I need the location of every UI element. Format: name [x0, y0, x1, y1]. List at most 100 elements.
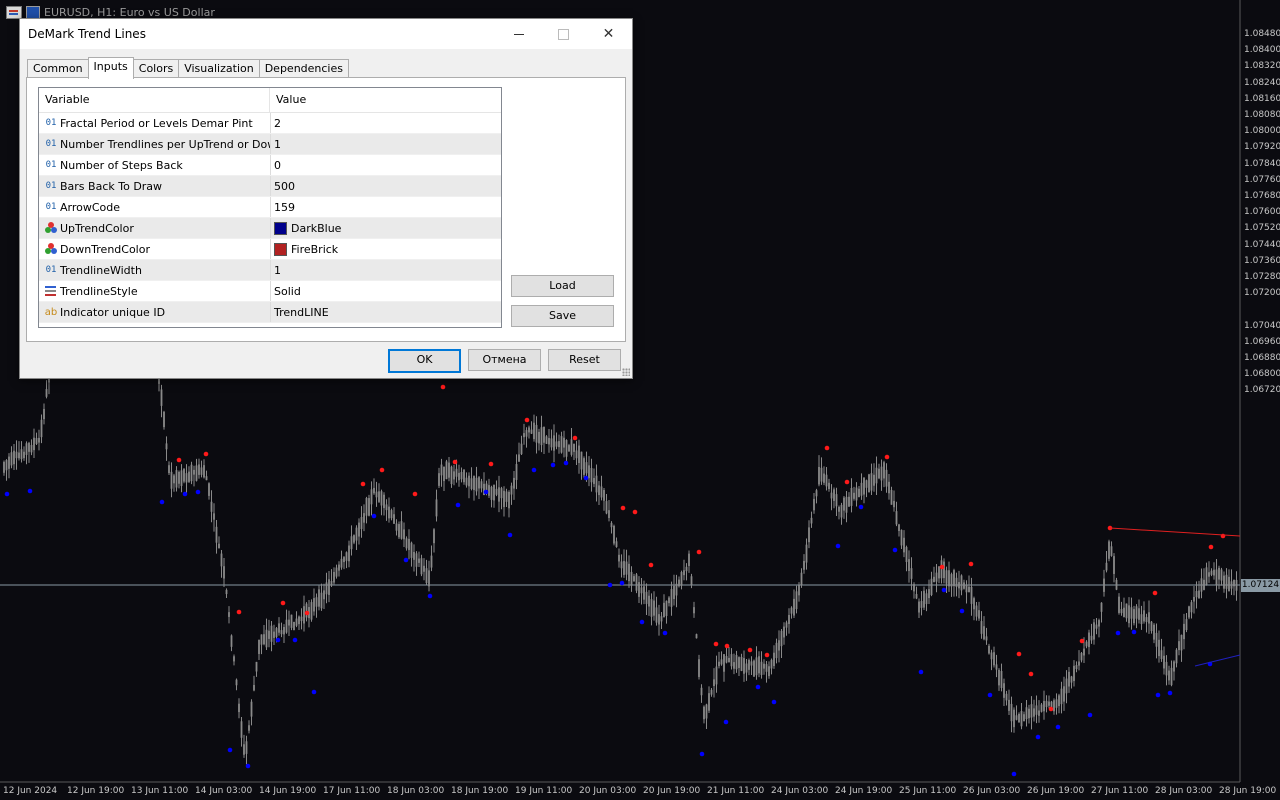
input-value-cell[interactable]: FireBrick [271, 239, 498, 259]
candle-body [543, 426, 545, 443]
candle-body [1190, 602, 1193, 613]
candle-body [1073, 665, 1075, 682]
ok-button[interactable]: OK [388, 349, 461, 373]
candle-body [1185, 619, 1188, 630]
candle-body [938, 566, 940, 579]
candle-body [630, 571, 633, 586]
candle-body [838, 506, 840, 512]
input-row[interactable]: 01 Bars Back To Draw 500 [39, 176, 501, 197]
reset-button[interactable]: Reset [548, 349, 621, 371]
load-button[interactable]: Load [511, 275, 614, 297]
dialog-tabs: Common Inputs Colors Visualization Depen… [27, 57, 349, 79]
tab-inputs[interactable]: Inputs [87, 57, 134, 79]
maximize-button[interactable] [541, 19, 586, 49]
up-fractal-point [723, 719, 729, 725]
input-value-cell[interactable]: 1 [271, 134, 498, 154]
input-row[interactable]: UpTrendColor DarkBlue [39, 218, 501, 239]
input-value-cell[interactable]: TrendLINE [271, 302, 498, 322]
candle-body [1160, 650, 1163, 659]
input-row[interactable]: DownTrendColor FireBrick [39, 239, 501, 260]
up-fractal-point [4, 491, 10, 497]
resize-grip[interactable] [622, 368, 630, 376]
input-value-cell[interactable]: 500 [271, 176, 498, 196]
candle-body [730, 654, 733, 667]
candle-body [1028, 708, 1030, 719]
input-value-cell[interactable]: 0 [271, 155, 498, 175]
candle-body [658, 614, 660, 625]
input-value-cell[interactable]: DarkBlue [271, 218, 498, 238]
input-value-cell[interactable]: Solid [271, 281, 498, 301]
up-fractal-point [941, 587, 947, 593]
candle-body [1013, 709, 1015, 728]
tab-colors[interactable]: Colors [132, 59, 180, 78]
candle-body [798, 585, 800, 596]
candle-body [505, 491, 508, 502]
input-value-cell[interactable]: 159 [271, 197, 498, 217]
candle-body [825, 474, 828, 487]
tab-common[interactable]: Common [27, 59, 89, 78]
save-button[interactable]: Save [511, 305, 614, 327]
input-value-cell[interactable]: 2 [271, 113, 498, 133]
candle-body [870, 473, 873, 491]
candle-body [500, 488, 503, 499]
candle-body [578, 445, 580, 464]
input-row[interactable]: TrendlineStyle Solid [39, 281, 501, 302]
column-header-variable[interactable]: Variable [39, 88, 270, 112]
candle-body [615, 541, 618, 547]
input-value-text: DarkBlue [291, 221, 342, 235]
candle-body [1070, 676, 1073, 683]
input-row[interactable]: 01 Number of Steps Back 0 [39, 155, 501, 176]
candle-body [993, 652, 995, 666]
candle-body [378, 491, 380, 502]
input-row[interactable]: 01 ArrowCode 159 [39, 197, 501, 218]
up-fractal-point [892, 547, 898, 553]
input-row[interactable]: 01 Fractal Period or Levels Demar Pint 2 [39, 113, 501, 134]
cancel-button[interactable]: Отмена [468, 349, 541, 371]
up-fractal-point [755, 684, 761, 690]
dialog-titlebar[interactable]: DeMark Trend Lines ✕ [20, 19, 632, 49]
candle-body [793, 598, 795, 616]
candle-body [933, 576, 935, 583]
up-fractal-point [159, 499, 165, 505]
input-row[interactable]: ab Indicator unique ID TrendLINE [39, 302, 501, 323]
input-row[interactable]: 01 TrendlineWidth 1 [39, 260, 501, 281]
candle-body [460, 472, 463, 480]
input-value-cell[interactable]: 1 [271, 260, 498, 280]
tab-visualization[interactable]: Visualization [178, 59, 260, 78]
down-fractal-point [203, 451, 209, 457]
candle-body [430, 555, 433, 568]
candle-body [525, 430, 528, 437]
price-tick-label: 1.07440 [1244, 239, 1280, 250]
candle-body [395, 523, 398, 531]
input-row[interactable]: 01 Number Trendlines per UpTrend or Dow..… [39, 134, 501, 155]
down-fractal-point [824, 445, 830, 451]
candle-body [173, 475, 175, 484]
candle-body [438, 473, 440, 486]
candle-body [1223, 575, 1225, 589]
candle-body [415, 553, 418, 567]
candle-body [25, 443, 28, 455]
down-fractal-point [1028, 671, 1034, 677]
close-button[interactable]: ✕ [586, 19, 631, 49]
candle-body [1135, 606, 1138, 619]
candle-body [285, 619, 288, 633]
candle-body [238, 703, 240, 713]
price-tick-label: 1.08000 [1244, 126, 1280, 137]
down-fractal-point [1048, 706, 1054, 712]
column-header-value[interactable]: Value [270, 88, 500, 112]
up-fractal-point [531, 467, 537, 473]
candle-body [170, 471, 173, 489]
candle-body [1233, 579, 1235, 587]
candle-body [265, 629, 268, 648]
candle-body [920, 601, 923, 608]
candle-body [1220, 569, 1223, 581]
candle-body [725, 656, 728, 663]
up-fractal-point [1167, 690, 1173, 696]
tab-dependencies[interactable]: Dependencies [258, 59, 349, 78]
price-tick-label: 1.07040 [1244, 320, 1280, 331]
minimize-button[interactable] [496, 19, 541, 49]
candle-body [283, 627, 285, 635]
dialog-title: DeMark Trend Lines [28, 27, 146, 41]
candle-body [815, 490, 818, 497]
candle-body [743, 658, 745, 674]
